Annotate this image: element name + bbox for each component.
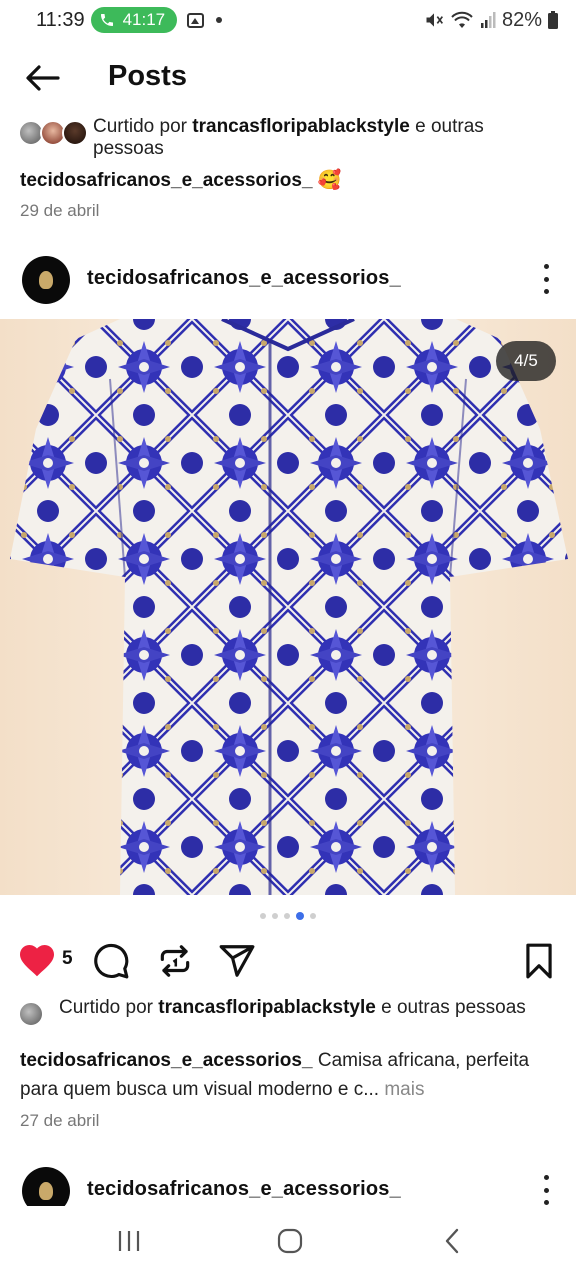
post-action-bar: 5 <box>0 938 576 984</box>
notification-dot-icon <box>216 17 223 23</box>
more-vertical-icon[interactable] <box>540 1175 552 1205</box>
post-username[interactable]: tecidosafricanos_e_acessorios_ <box>87 267 401 290</box>
comment-icon[interactable] <box>92 942 130 980</box>
post-date: 29 de abril <box>20 201 100 220</box>
caption-emoji: 🥰 <box>317 170 342 191</box>
carousel-dot-active <box>296 912 304 920</box>
logo-icon <box>39 271 53 289</box>
avatar[interactable] <box>22 256 70 304</box>
gallery-notification-icon <box>187 12 205 28</box>
page-header: Posts <box>0 48 576 108</box>
system-nav-bar <box>0 1206 576 1280</box>
avatar <box>18 1001 44 1027</box>
liked-by-text[interactable]: Curtido por trancasfloripablackstyle e o… <box>93 116 553 160</box>
post-username[interactable]: tecidosafricanos_e_acessorios_ <box>87 1178 401 1201</box>
share-icon[interactable] <box>218 942 256 980</box>
status-time: 11:39 <box>36 8 85 31</box>
post-header: tecidosafricanos_e_acessorios_ <box>0 250 576 310</box>
status-bar: 11:39 41:17 82% <box>0 0 576 40</box>
image-counter-badge: 4/5 <box>496 341 556 381</box>
post-image[interactable]: 4/5 <box>0 319 576 895</box>
carousel-dot <box>310 913 316 919</box>
logo-icon <box>39 1182 53 1200</box>
liked-by-text[interactable]: Curtido por trancasfloripablackstyle e o… <box>59 997 549 1019</box>
call-duration: 41:17 <box>122 10 166 29</box>
caption-more-link[interactable]: mais <box>384 1079 424 1100</box>
bookmark-icon[interactable] <box>522 942 556 980</box>
repost-icon[interactable] <box>156 942 194 980</box>
phone-icon <box>100 14 113 26</box>
liked-by-user[interactable]: trancasfloripablackstyle <box>192 116 410 137</box>
more-vertical-icon[interactable] <box>540 264 552 294</box>
battery-percent: 82% <box>501 8 542 31</box>
carousel-dot <box>260 913 266 919</box>
recents-icon[interactable] <box>116 1226 142 1256</box>
liked-by-prefix: Curtido por <box>59 997 153 1018</box>
caption-username[interactable]: tecidosafricanos_e_acessorios_ <box>20 170 313 191</box>
carousel-dot <box>272 913 278 919</box>
previous-caption: tecidosafricanos_e_acessorios_ 🥰 <box>20 168 342 192</box>
liked-by-prefix: Curtido por <box>93 116 187 137</box>
heart-filled-icon[interactable] <box>18 943 56 977</box>
post-date: 27 de abril <box>20 1111 100 1130</box>
back-arrow-icon[interactable] <box>22 62 62 94</box>
ongoing-call-pill[interactable]: 41:17 <box>90 7 178 33</box>
liked-by-user[interactable]: trancasfloripablackstyle <box>158 997 376 1018</box>
page-title: Posts <box>108 60 187 92</box>
mute-icon <box>426 13 443 27</box>
battery-icon <box>548 11 558 29</box>
back-nav-icon[interactable] <box>440 1226 464 1256</box>
carousel-dot <box>284 913 290 919</box>
carousel-dots <box>0 912 576 920</box>
liked-by-avatars <box>18 120 90 150</box>
post-caption: tecidosafricanos_e_acessorios_ Camisa af… <box>20 1046 560 1104</box>
caption-username[interactable]: tecidosafricanos_e_acessorios_ <box>20 1050 313 1071</box>
signal-icon <box>480 12 496 28</box>
liked-by-suffix: e outras pessoas <box>381 997 526 1018</box>
shirt-illustration <box>10 319 568 895</box>
wifi-icon <box>451 11 473 28</box>
home-icon[interactable] <box>276 1226 304 1256</box>
avatar <box>62 120 88 146</box>
like-count[interactable]: 5 <box>62 948 73 970</box>
